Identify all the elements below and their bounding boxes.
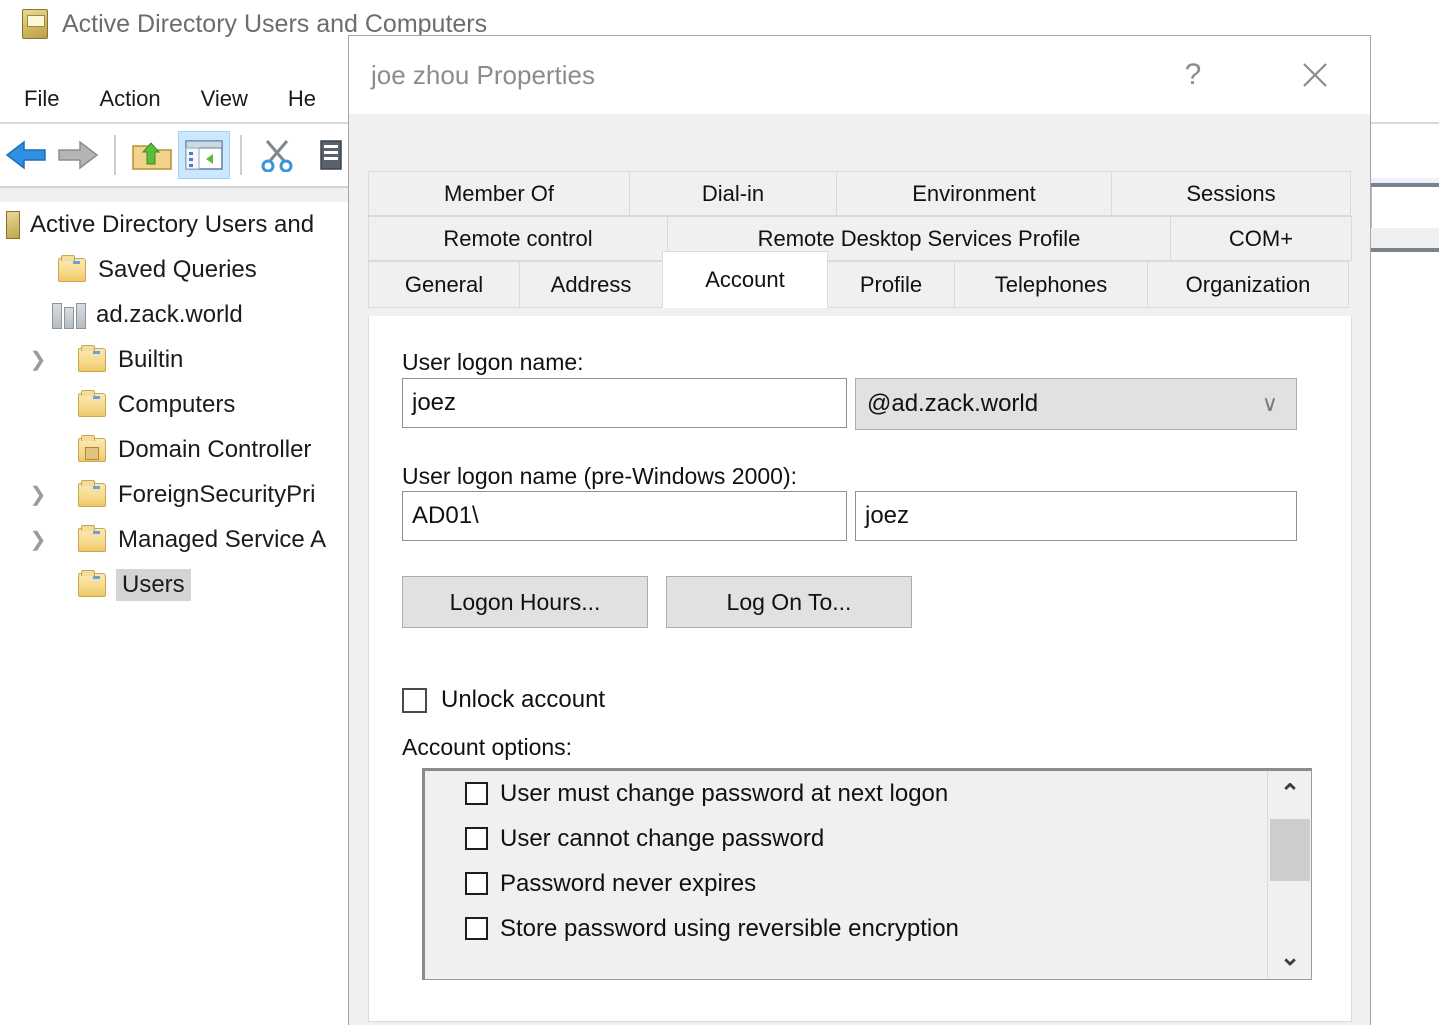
- tab-telephones[interactable]: Telephones: [954, 261, 1148, 308]
- properties-glyph: [320, 140, 342, 170]
- tab-dial-in[interactable]: Dial-in: [629, 171, 837, 216]
- tab-member-of[interactable]: Member Of: [368, 171, 630, 216]
- account-option-checkbox[interactable]: [465, 782, 488, 805]
- account-option-checkbox[interactable]: [465, 917, 488, 940]
- back-arrow-glyph: [5, 140, 46, 170]
- root-icon: [6, 210, 20, 239]
- upn-suffix-value: @ad.zack.world: [867, 390, 1039, 417]
- upn-suffix-combobox[interactable]: @ad.zack.world ∨: [855, 378, 1297, 430]
- tab-sessions[interactable]: Sessions: [1111, 171, 1351, 216]
- pre-windows-2000-domain-input[interactable]: AD01\: [402, 491, 847, 541]
- forward-arrow-icon[interactable]: [52, 131, 104, 179]
- tree-item-label: ad.zack.world: [96, 300, 243, 328]
- menu-item-help[interactable]: He: [272, 82, 332, 116]
- account-option-checkbox[interactable]: [465, 827, 488, 850]
- scroll-up-icon[interactable]: ⌃: [1268, 771, 1311, 815]
- menu-item-file[interactable]: File: [8, 82, 75, 116]
- tab-strip: Member Of Dial-in Environment Sessions R…: [368, 171, 1352, 308]
- scroll-down-icon[interactable]: ⌄: [1268, 935, 1311, 979]
- pre-windows-2000-name-input[interactable]: joez: [855, 491, 1297, 541]
- tree-item-label: Active Directory Users and: [30, 210, 315, 238]
- tree-item-label: Builtin: [118, 345, 184, 373]
- account-option-label: User cannot change password: [500, 824, 825, 852]
- account-option-label: Password never expires: [500, 869, 757, 897]
- unlock-account-checkbox-row[interactable]: Unlock account: [402, 686, 605, 714]
- account-option-item[interactable]: Password never expires: [425, 861, 1311, 906]
- menu-item-action[interactable]: Action: [83, 82, 176, 116]
- dialog-title: joe zhou Properties: [371, 59, 596, 90]
- toolbar-divider-2: [240, 135, 242, 175]
- user-logon-name-input[interactable]: joez: [402, 378, 847, 428]
- log-on-to-button[interactable]: Log On To...: [666, 576, 912, 628]
- folder-icon: [78, 344, 106, 372]
- tab-organization[interactable]: Organization: [1147, 261, 1349, 308]
- account-tab-panel: User logon name: joez @ad.zack.world ∨ U…: [368, 316, 1352, 1022]
- account-option-label: User must change password at next logon: [500, 779, 949, 807]
- account-options-scrollbar[interactable]: ⌃ ⌄: [1267, 771, 1311, 979]
- chevron-down-icon[interactable]: ∨: [1262, 391, 1278, 417]
- dialog-body: Member Of Dial-in Environment Sessions R…: [350, 114, 1369, 1024]
- tab-profile[interactable]: Profile: [827, 261, 955, 308]
- chevron-right-icon[interactable]: ❯: [28, 347, 48, 372]
- results-pane-divider-1: [1371, 183, 1439, 187]
- scrollbar-thumb[interactable]: [1270, 819, 1310, 881]
- up-folder-icon[interactable]: [126, 131, 178, 179]
- tab-environment[interactable]: Environment: [836, 171, 1112, 216]
- user-properties-dialog: joe zhou Properties ? Member Of Dial-in …: [348, 35, 1371, 1025]
- book-icon: [22, 9, 48, 39]
- pre-windows-2000-logon-name-label: User logon name (pre-Windows 2000):: [402, 463, 798, 489]
- folder-icon: [78, 479, 106, 507]
- account-option-checkbox[interactable]: [465, 872, 488, 895]
- chevron-right-icon[interactable]: ❯: [28, 527, 48, 552]
- tree-item-label: Managed Service A: [118, 525, 327, 553]
- account-option-item[interactable]: Store password using reversible encrypti…: [425, 906, 1311, 951]
- folder-icon: [78, 569, 106, 597]
- close-x-glyph: [1303, 63, 1327, 87]
- up-folder-glyph: [132, 142, 172, 170]
- account-option-item[interactable]: User must change password at next logon: [425, 771, 1311, 816]
- results-column-header: [1371, 228, 1439, 248]
- tree-item-label: Domain Controller: [118, 435, 312, 463]
- toolbar-divider-1: [114, 135, 116, 175]
- account-option-label: Store password using reversible encrypti…: [500, 914, 959, 942]
- domain-icon: [52, 301, 86, 329]
- menu-item-view[interactable]: View: [185, 82, 264, 116]
- logon-hours-button[interactable]: Logon Hours...: [402, 576, 648, 628]
- console-tree-glyph: [185, 140, 223, 170]
- help-button[interactable]: ?: [1148, 36, 1238, 114]
- folder-dc-icon: [78, 434, 106, 462]
- tab-account[interactable]: Account: [662, 251, 828, 308]
- account-option-item[interactable]: User cannot change password: [425, 816, 1311, 861]
- account-options-listbox[interactable]: User must change password at next logon …: [422, 768, 1312, 980]
- show-hide-console-tree-icon[interactable]: [178, 131, 230, 179]
- tree-item-label: ForeignSecurityPri: [118, 480, 316, 508]
- dialog-titlebar[interactable]: joe zhou Properties ?: [349, 36, 1370, 114]
- tree-item-label: Computers: [118, 390, 236, 418]
- folder-icon: [78, 524, 106, 552]
- forward-arrow-glyph: [58, 140, 99, 170]
- tree-item-label: Users: [116, 568, 191, 601]
- tab-row-3: General Address Account Profile Telephon…: [368, 251, 1352, 308]
- back-arrow-icon[interactable]: [0, 131, 52, 179]
- user-logon-name-label: User logon name:: [402, 349, 584, 375]
- tab-row-2: Remote control Remote Desktop Services P…: [368, 216, 1352, 261]
- tab-remote-control[interactable]: Remote control: [368, 216, 668, 261]
- unlock-account-checkbox[interactable]: [402, 687, 427, 713]
- folder-icon: [58, 254, 86, 282]
- chevron-right-icon[interactable]: ❯: [28, 482, 48, 507]
- tab-com-plus[interactable]: COM+: [1170, 216, 1352, 261]
- tab-address[interactable]: Address: [519, 261, 663, 308]
- folder-icon: [78, 389, 106, 417]
- tab-row-1: Member Of Dial-in Environment Sessions: [368, 171, 1352, 216]
- cut-scissors-icon[interactable]: [252, 131, 304, 179]
- account-options-label: Account options:: [402, 734, 573, 760]
- results-pane-divider-2: [1371, 248, 1439, 252]
- scissors-glyph: [261, 140, 293, 172]
- tab-general[interactable]: General: [368, 261, 520, 308]
- unlock-account-label: Unlock account: [441, 686, 606, 713]
- close-icon[interactable]: [1270, 36, 1360, 114]
- tree-item-label: Saved Queries: [98, 255, 257, 283]
